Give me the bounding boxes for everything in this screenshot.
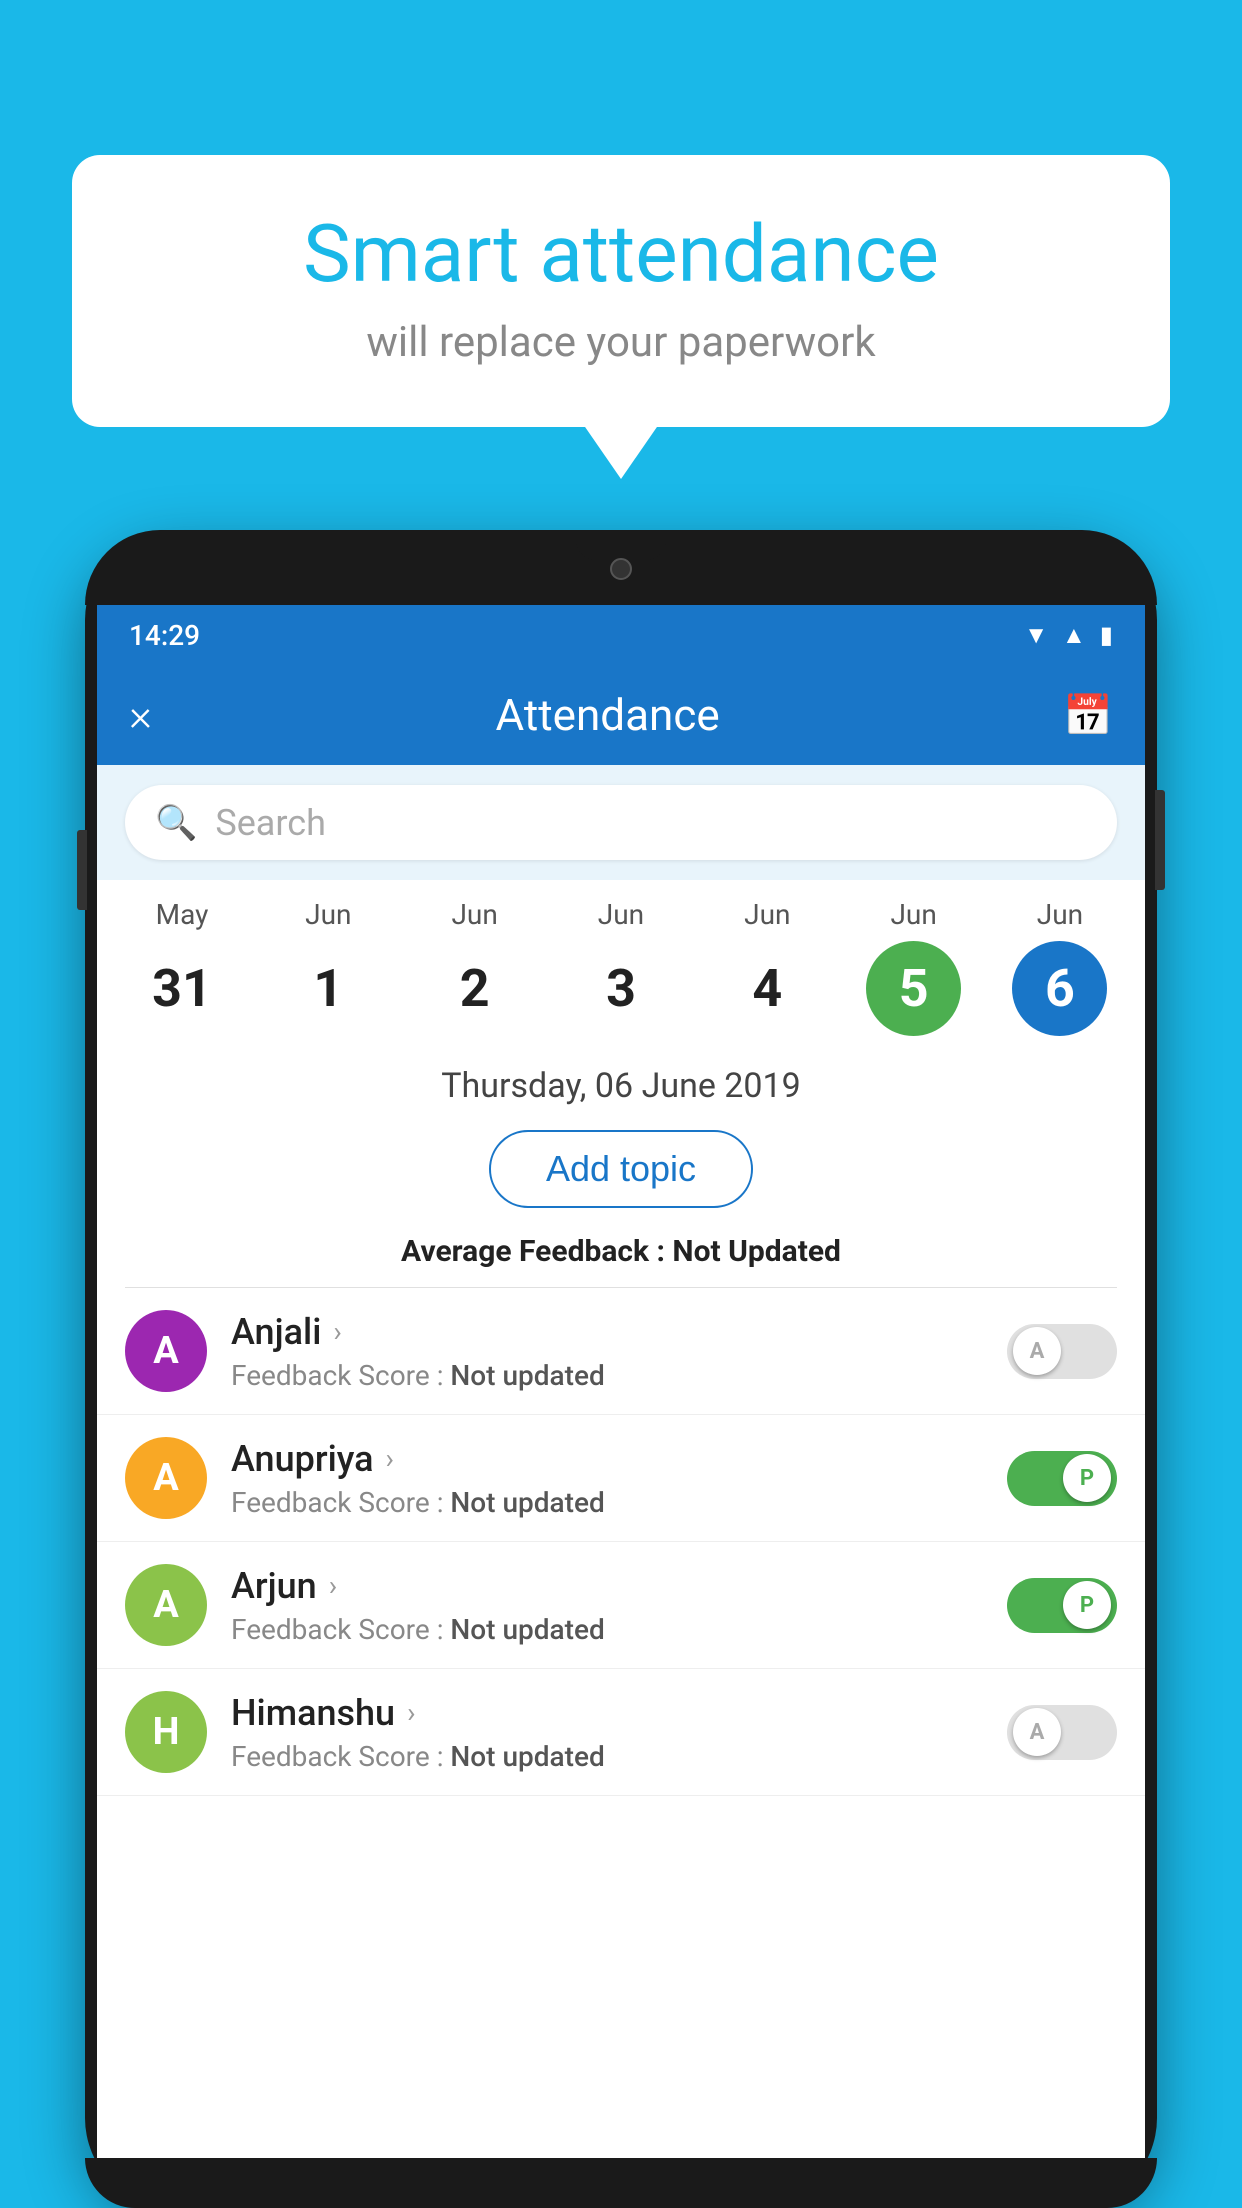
search-bar-wrap: 🔍 Search — [97, 765, 1145, 880]
attendance-toggle[interactable]: A — [1007, 1705, 1117, 1760]
feedback-avg: Average Feedback : Not Updated — [97, 1226, 1145, 1287]
attendance-toggle[interactable]: P — [1007, 1451, 1117, 1506]
calendar-day[interactable]: Jun 3 — [556, 898, 686, 1036]
cal-month-label: Jun — [451, 898, 497, 931]
feedback-avg-label: Average Feedback : — [401, 1234, 665, 1269]
cal-month-label: Jun — [1037, 898, 1083, 931]
status-time: 14:29 — [129, 619, 200, 652]
student-name-row: Himanshu › — [231, 1692, 983, 1734]
search-placeholder: Search — [215, 802, 326, 844]
toggle-switch[interactable]: A — [1007, 1324, 1117, 1379]
student-item[interactable]: A Arjun › Feedback Score : Not updated P — [97, 1542, 1145, 1669]
student-avatar: A — [125, 1564, 207, 1646]
cal-month-label: May — [156, 898, 209, 931]
student-list: AAnjali›Feedback Score : Not updatedAAAn… — [97, 1288, 1145, 1796]
student-info: Anjali › Feedback Score : Not updated — [231, 1311, 983, 1392]
cal-date-number: 1 — [281, 941, 376, 1036]
phone-screen: 14:29 ▼ ▲ ▮ × Attendance 📅 🔍 Search May 3… — [97, 605, 1145, 2158]
wifi-icon: ▼ — [1024, 621, 1048, 650]
status-bar: 14:29 ▼ ▲ ▮ — [97, 605, 1145, 665]
speech-bubble-subtitle: will replace your paperwork — [132, 318, 1110, 367]
student-avatar: A — [125, 1437, 207, 1519]
attendance-toggle[interactable]: A — [1007, 1324, 1117, 1379]
cal-month-label: Jun — [598, 898, 644, 931]
cal-date-number: 31 — [135, 941, 230, 1036]
student-chevron-icon: › — [329, 1569, 337, 1602]
power-button — [1155, 790, 1165, 890]
calendar-day[interactable]: Jun 6 — [995, 898, 1125, 1036]
student-chevron-icon: › — [333, 1315, 341, 1348]
add-topic-wrap: Add topic — [97, 1116, 1145, 1226]
toggle-knob: A — [1013, 1708, 1061, 1756]
student-name-row: Arjun › — [231, 1565, 983, 1607]
volume-button — [77, 830, 87, 910]
calendar-icon[interactable]: 📅 — [1063, 692, 1113, 739]
calendar-day[interactable]: Jun 1 — [263, 898, 393, 1036]
phone-camera — [610, 558, 632, 580]
student-info: Himanshu › Feedback Score : Not updated — [231, 1692, 983, 1773]
student-item[interactable]: A Anupriya › Feedback Score : Not updated P — [97, 1415, 1145, 1542]
phone-frame: 14:29 ▼ ▲ ▮ × Attendance 📅 🔍 Search May 3… — [85, 530, 1157, 2208]
cal-date-number: 6 — [1012, 941, 1107, 1036]
student-item[interactable]: A Anjali › Feedback Score : Not updated A — [97, 1288, 1145, 1415]
student-name: Anjali — [231, 1311, 321, 1353]
toggle-switch[interactable]: A — [1007, 1705, 1117, 1760]
phone-notch — [576, 530, 666, 560]
toggle-switch[interactable]: P — [1007, 1451, 1117, 1506]
battery-icon: ▮ — [1100, 621, 1113, 649]
student-info: Anupriya › Feedback Score : Not updated — [231, 1438, 983, 1519]
cal-month-label: Jun — [305, 898, 351, 931]
speech-bubble-title: Smart attendance — [132, 210, 1110, 298]
search-input[interactable]: 🔍 Search — [125, 785, 1117, 860]
student-avatar: H — [125, 1691, 207, 1773]
student-feedback-score: Feedback Score : Not updated — [231, 1740, 983, 1773]
calendar-day[interactable]: Jun 2 — [410, 898, 540, 1036]
calendar-day[interactable]: Jun 4 — [702, 898, 832, 1036]
add-topic-button[interactable]: Add topic — [489, 1130, 753, 1208]
toggle-knob: P — [1063, 1454, 1111, 1502]
feedback-avg-value: Not Updated — [672, 1234, 841, 1269]
cal-date-number: 5 — [866, 941, 961, 1036]
app-bar: × Attendance 📅 — [97, 665, 1145, 765]
student-name: Anupriya — [231, 1438, 374, 1480]
calendar-strip: May 31 Jun 1 Jun 2 Jun 3 Jun 4 Jun 5 Jun 6 — [97, 880, 1145, 1048]
selected-date-label: Thursday, 06 June 2019 — [97, 1048, 1145, 1116]
signal-icon: ▲ — [1062, 621, 1086, 650]
speech-bubble: Smart attendance will replace your paper… — [72, 155, 1170, 427]
status-icons: ▼ ▲ ▮ — [1024, 621, 1113, 650]
toggle-switch[interactable]: P — [1007, 1578, 1117, 1633]
student-name-row: Anupriya › — [231, 1438, 983, 1480]
student-name-row: Anjali › — [231, 1311, 983, 1353]
student-chevron-icon: › — [386, 1442, 394, 1475]
student-item[interactable]: H Himanshu › Feedback Score : Not updated A — [97, 1669, 1145, 1796]
toggle-knob: P — [1063, 1581, 1111, 1629]
cal-date-number: 3 — [573, 941, 668, 1036]
student-feedback-score: Feedback Score : Not updated — [231, 1613, 983, 1646]
calendar-day[interactable]: May 31 — [117, 898, 247, 1036]
student-name: Himanshu — [231, 1692, 395, 1734]
cal-date-number: 4 — [720, 941, 815, 1036]
phone-top-bar — [85, 530, 1157, 605]
student-feedback-score: Feedback Score : Not updated — [231, 1486, 983, 1519]
app-bar-title: Attendance — [180, 689, 1035, 741]
student-info: Arjun › Feedback Score : Not updated — [231, 1565, 983, 1646]
student-name: Arjun — [231, 1565, 317, 1607]
toggle-knob: A — [1013, 1327, 1061, 1375]
student-chevron-icon: › — [407, 1696, 415, 1729]
calendar-day[interactable]: Jun 5 — [849, 898, 979, 1036]
student-feedback-score: Feedback Score : Not updated — [231, 1359, 983, 1392]
phone-bottom-bar — [85, 2158, 1157, 2208]
cal-date-number: 2 — [427, 941, 522, 1036]
cal-month-label: Jun — [744, 898, 790, 931]
attendance-toggle[interactable]: P — [1007, 1578, 1117, 1633]
student-avatar: A — [125, 1310, 207, 1392]
cal-month-label: Jun — [890, 898, 936, 931]
close-button[interactable]: × — [129, 689, 152, 741]
search-icon: 🔍 — [155, 803, 197, 843]
